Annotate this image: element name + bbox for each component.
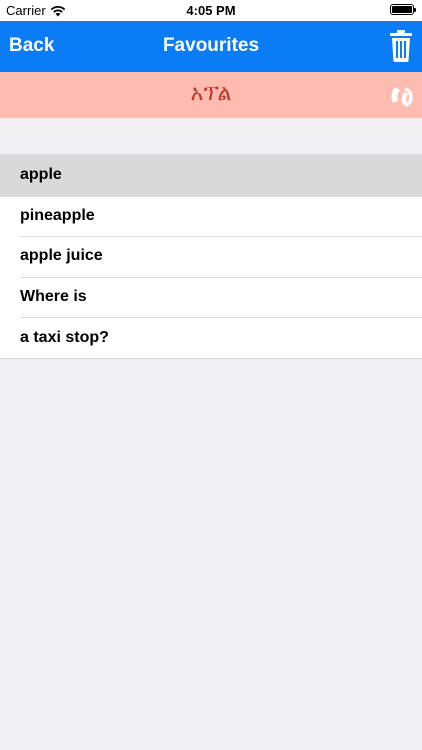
translation-banner: አፕል (0, 72, 422, 118)
list-item[interactable]: apple (0, 155, 422, 196)
status-time: 4:05 PM (186, 3, 236, 18)
list-item[interactable]: a taxi stop? (0, 317, 422, 358)
speak-icon[interactable] (386, 79, 418, 111)
favourites-list: apple pineapple apple juice Where is a taxi … (0, 154, 422, 359)
list-item[interactable]: pineapple (0, 195, 422, 237)
list-item[interactable]: apple juice (0, 236, 422, 277)
list-item-label: apple (20, 166, 62, 184)
navigation-bar: Back Favourites (0, 21, 422, 72)
list-item-label: apple juice (20, 247, 103, 265)
trash-icon[interactable] (388, 29, 414, 63)
status-bar: Carrier 4:05 PM (0, 0, 422, 21)
list-item-label: a taxi stop? (20, 328, 109, 346)
back-button[interactable]: Back (9, 35, 54, 57)
list-item-label: pineapple (20, 206, 95, 224)
battery-icon (390, 4, 416, 15)
list-item[interactable]: Where is (0, 276, 422, 318)
list-item-label: Where is (20, 288, 87, 306)
translation-text: አፕል (190, 81, 232, 106)
page-title: Favourites (162, 35, 260, 56)
